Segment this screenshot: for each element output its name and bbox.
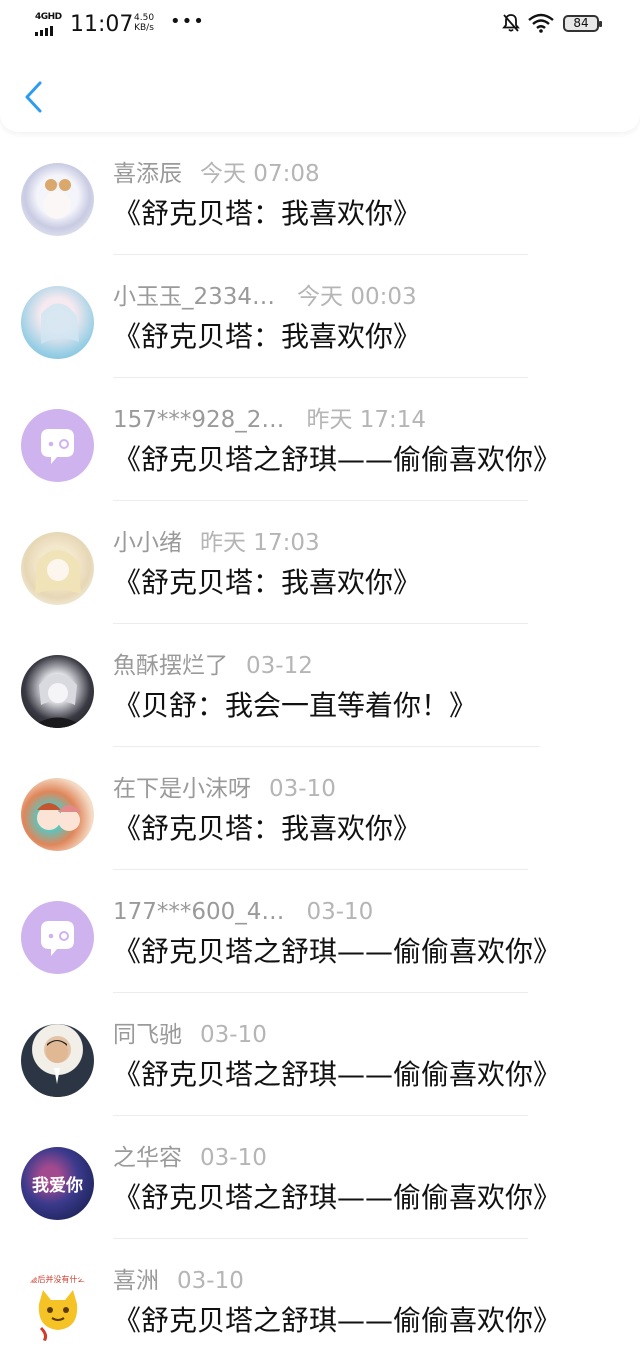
sender-name: 小玉玉_2334… [113, 284, 276, 310]
sender-line: 喜洲 03-10 [113, 1265, 244, 1297]
list-item[interactable]: 小玉玉_2334… 今天 00:03 《舒克贝塔：我喜欢你》 [0, 255, 640, 378]
anime-avatar-icon [31, 674, 85, 728]
sender-line: 魚酥摆烂了 03-12 [113, 650, 313, 682]
sender-name: 小小绪 [113, 530, 182, 556]
list-item[interactable]: 177***600_4… 03-10 《舒克贝塔之舒琪——偷偷喜欢你》 [0, 870, 640, 993]
sender-name: 魚酥摆烂了 [113, 653, 228, 679]
message-text: 《舒克贝塔之舒琪——偷偷喜欢你》 [113, 935, 562, 968]
status-bar: 4GHD 11:07 4.50 KB/s ••• 84 [0, 0, 640, 52]
list-item[interactable]: 在下是小沫呀 03-10 《舒克贝塔：我喜欢你》 [0, 747, 640, 870]
sender-name: 177***600_4… [113, 899, 285, 925]
sender-line: 157***928_2… 昨天 17:14 [113, 404, 426, 436]
sender-name: 之华容 [113, 1145, 182, 1171]
anime-avatar-icon [39, 179, 75, 219]
avatar[interactable] [21, 409, 94, 482]
avatar[interactable]: 我爱你 [21, 1147, 94, 1220]
message-text: 《舒克贝塔之舒琪——偷偷喜欢你》 [113, 1181, 562, 1214]
photo-avatar-icon [33, 1040, 83, 1097]
network-speed: 4.50 KB/s [134, 13, 154, 33]
list-item[interactable]: 喜添辰 今天 07:08 《舒克贝塔：我喜欢你》 [0, 132, 640, 255]
sender-line: 在下是小沫呀 03-10 [113, 773, 336, 805]
anime-avatar-icon [37, 803, 81, 831]
speed-value: 4.50 [134, 13, 155, 23]
network-type: 4GHD [35, 12, 62, 22]
message-text: 《舒克贝塔：我喜欢你》 [113, 320, 422, 353]
top-bar: 4GHD 11:07 4.50 KB/s ••• 84 [0, 0, 640, 132]
sender-name: 在下是小沫呀 [113, 776, 251, 802]
avatar[interactable] [21, 901, 94, 974]
more-notifications-icon: ••• [170, 11, 205, 32]
message-time: 今天 07:08 [200, 161, 320, 187]
message-time: 03-10 [200, 1022, 267, 1048]
default-chat-avatar-icon [41, 429, 74, 464]
status-time: 11:07 [70, 12, 134, 37]
avatar[interactable] [21, 778, 94, 851]
signal-icon: 4GHD [35, 12, 65, 38]
avatar[interactable] [21, 532, 94, 605]
list-item[interactable]: 157***928_2… 昨天 17:14 《舒克贝塔之舒琪——偷偷喜欢你》 [0, 378, 640, 501]
message-text: 《舒克贝塔：我喜欢你》 [113, 812, 422, 845]
avatar[interactable] [21, 1024, 94, 1097]
message-text: 《舒克贝塔之舒琪——偷偷喜欢你》 [113, 1058, 562, 1091]
message-text: 《舒克贝塔之舒琪——偷偷喜欢你》 [113, 1304, 562, 1337]
message-time: 03-10 [200, 1145, 267, 1171]
sender-line: 177***600_4… 03-10 [113, 896, 373, 928]
message-time: 昨天 17:14 [306, 407, 427, 433]
list-item[interactable]: 同飞驰 03-10 《舒克贝塔之舒琪——偷偷喜欢你》 [0, 993, 640, 1116]
list-item[interactable]: 最后并没有什么 喜洲 03-10 《舒克贝塔之舒琪——偷偷喜欢你》 [0, 1239, 640, 1362]
message-time: 03-10 [306, 899, 374, 925]
message-time: 昨天 17:03 [200, 530, 320, 556]
mute-bell-icon [502, 14, 520, 32]
message-text: 《贝舒：我会一直等着你！》 [113, 689, 478, 722]
anime-avatar-icon [35, 550, 81, 594]
avatar[interactable] [21, 655, 94, 728]
message-text: 《舒克贝塔：我喜欢你》 [113, 566, 422, 599]
avatar-text: 我爱你 [32, 1176, 83, 1196]
sender-line: 小小绪 昨天 17:03 [113, 527, 320, 559]
message-list: 喜添辰 今天 07:08 《舒克贝塔：我喜欢你》 小玉玉_2334… 今天 00:0… [0, 132, 640, 1362]
avatar[interactable] [21, 286, 94, 359]
avatar[interactable] [21, 163, 94, 236]
sender-name: 喜添辰 [113, 161, 182, 187]
default-chat-avatar-icon [41, 921, 74, 956]
message-time: 03-12 [246, 653, 313, 679]
sender-line: 小玉玉_2334… 今天 00:03 [113, 281, 417, 313]
sender-name: 同飞驰 [113, 1022, 182, 1048]
sender-line: 同飞驰 03-10 [113, 1019, 267, 1051]
sender-name: 喜洲 [113, 1268, 159, 1294]
message-time: 03-10 [269, 776, 336, 802]
list-item[interactable]: 我爱你 之华容 03-10 《舒克贝塔之舒琪——偷偷喜欢你》 [0, 1116, 640, 1239]
list-item[interactable]: 小小绪 昨天 17:03 《舒克贝塔：我喜欢你》 [0, 501, 640, 624]
message-time: 03-10 [177, 1268, 244, 1294]
list-item[interactable]: 魚酥摆烂了 03-12 《贝舒：我会一直等着你！》 [0, 624, 640, 747]
message-time: 今天 00:03 [297, 284, 417, 310]
sender-line: 之华容 03-10 [113, 1142, 267, 1174]
avatar[interactable]: 最后并没有什么 [21, 1270, 94, 1343]
message-text: 《舒克贝塔：我喜欢你》 [113, 197, 422, 230]
battery-indicator: 84 [563, 15, 602, 32]
speed-unit: KB/s [134, 23, 154, 33]
sticker-caption: 最后并没有什么 [29, 1275, 86, 1284]
anime-avatar-icon [41, 303, 79, 344]
sender-name: 157***928_2… [113, 407, 285, 433]
back-arrow-icon[interactable] [22, 80, 46, 114]
message-text: 《舒克贝塔之舒琪——偷偷喜欢你》 [113, 443, 562, 476]
wifi-icon [528, 13, 554, 33]
sender-line: 喜添辰 今天 07:08 [113, 158, 320, 190]
